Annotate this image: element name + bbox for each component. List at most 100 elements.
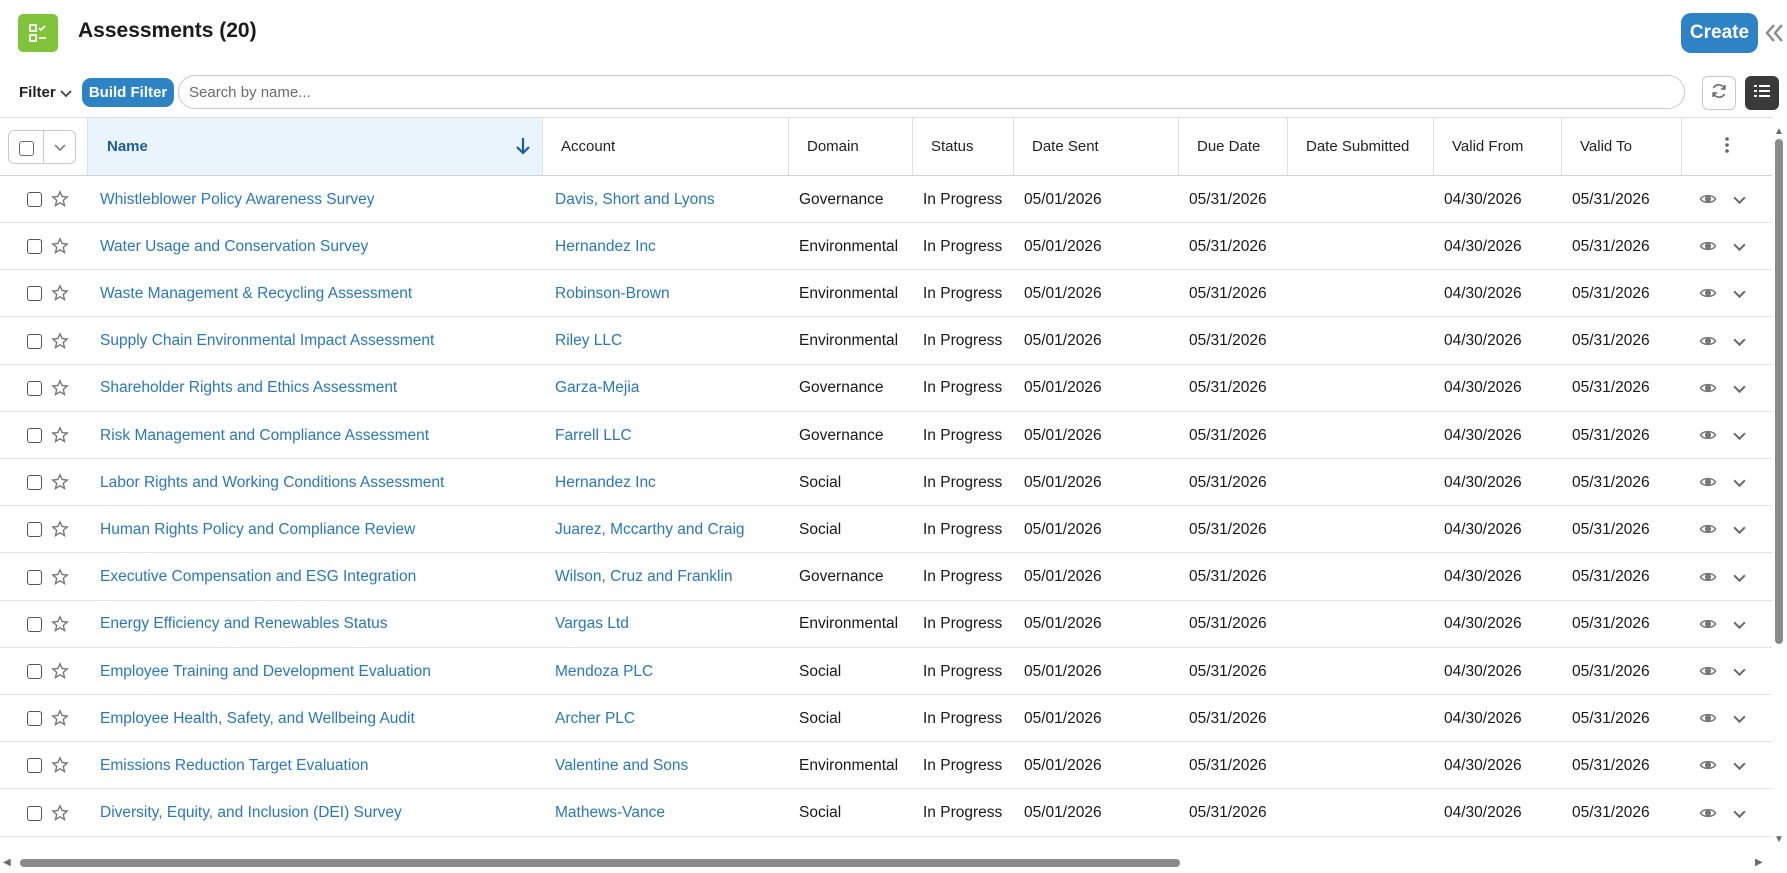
scroll-left-icon[interactable]: ◀ [3,858,11,868]
chevron-down-icon[interactable] [1732,522,1747,537]
eye-icon[interactable] [1699,474,1717,490]
account-link[interactable]: Robinson-Brown [555,270,670,317]
assessment-name-link[interactable]: Supply Chain Environmental Impact Assess… [100,318,434,365]
eye-icon[interactable] [1699,238,1717,254]
chevron-down-icon[interactable] [1732,428,1747,443]
chevron-down-icon[interactable] [59,86,73,100]
eye-icon[interactable] [1699,710,1717,726]
row-checkbox[interactable] [27,380,42,396]
chevron-down-icon[interactable] [53,140,67,154]
account-link[interactable]: Hernandez Inc [555,459,656,506]
column-header-valid-from[interactable]: Valid From [1434,118,1562,175]
chevron-down-icon[interactable] [1732,475,1747,490]
account-link[interactable]: Hernandez Inc [555,223,656,270]
assessment-name-link[interactable]: Energy Efficiency and Renewables Status [100,601,388,648]
assessment-name-link[interactable]: Employee Training and Development Evalua… [100,648,431,695]
double-chevron-left-icon[interactable] [1764,22,1784,46]
scroll-up-icon[interactable]: ▲ [1774,127,1784,137]
row-checkbox[interactable] [27,569,42,585]
eye-icon[interactable] [1699,663,1717,679]
column-header-valid-to[interactable]: Valid To [1562,118,1682,175]
kebab-menu-icon[interactable] [1724,136,1730,158]
eye-icon[interactable] [1699,380,1717,396]
column-header-account[interactable]: Account [543,118,789,175]
row-checkbox[interactable] [27,805,42,821]
arrow-down-icon[interactable] [514,136,532,156]
row-checkbox[interactable] [27,758,42,774]
star-icon[interactable] [51,331,69,350]
account-link[interactable]: Valentine and Sons [555,742,688,789]
scroll-down-icon[interactable]: ▼ [1774,835,1784,845]
eye-icon[interactable] [1699,191,1717,207]
refresh-button[interactable] [1702,76,1736,110]
chevron-down-icon[interactable] [1732,334,1747,349]
star-icon[interactable] [51,237,69,255]
eye-icon[interactable] [1699,285,1717,301]
row-checkbox[interactable] [27,239,42,255]
assessment-name-link[interactable]: Executive Compensation and ESG Integrati… [100,554,416,601]
column-header-domain[interactable]: Domain [789,118,913,175]
row-checkbox[interactable] [27,286,42,302]
column-header-status[interactable]: Status [913,118,1014,175]
account-link[interactable]: Archer PLC [555,695,635,742]
row-checkbox[interactable] [27,428,42,443]
star-icon[interactable] [51,520,69,538]
assessment-name-link[interactable]: Emissions Reduction Target Evaluation [100,742,369,789]
star-icon[interactable] [51,426,69,444]
assessment-name-link[interactable]: Diversity, Equity, and Inclusion (DEI) S… [100,790,402,837]
row-checkbox[interactable] [27,333,42,349]
account-link[interactable]: Juarez, Mccarthy and Craig [555,506,745,553]
account-link[interactable]: Mathews-Vance [555,790,665,837]
chevron-down-icon[interactable] [1732,570,1747,585]
horizontal-scrollbar[interactable]: ◀ ▶ [0,855,1772,871]
account-link[interactable]: Garza-Mejia [555,365,639,412]
star-icon[interactable] [51,378,69,397]
assessment-name-link[interactable]: Whistleblower Policy Awareness Survey [100,176,375,223]
assessment-name-link[interactable]: Waste Management & Recycling Assessment [100,270,412,317]
filter-label[interactable]: Filter [19,84,56,101]
search-input[interactable] [178,75,1685,109]
eye-icon[interactable] [1699,427,1717,443]
list-view-button[interactable] [1745,76,1779,110]
star-icon[interactable] [51,567,69,586]
star-icon[interactable] [51,190,69,208]
select-all-checkbox[interactable] [19,141,34,156]
assessment-name-link[interactable]: Employee Health, Safety, and Wellbeing A… [100,695,415,742]
star-icon[interactable] [51,614,69,633]
star-icon[interactable] [51,803,69,822]
chevron-down-icon[interactable] [1732,711,1747,726]
column-options[interactable] [1682,118,1772,175]
assessment-name-link[interactable]: Human Rights Policy and Compliance Revie… [100,506,415,553]
eye-icon[interactable] [1699,569,1717,585]
chevron-down-icon[interactable] [1732,664,1747,679]
account-link[interactable]: Wilson, Cruz and Franklin [555,554,732,601]
chevron-down-icon[interactable] [1732,239,1747,254]
row-checkbox[interactable] [27,475,42,491]
column-header-due-date[interactable]: Due Date [1179,118,1288,175]
account-link[interactable]: Mendoza PLC [555,648,653,695]
column-header-date-submitted[interactable]: Date Submitted [1288,118,1434,175]
horizontal-scroll-thumb[interactable] [20,859,1180,867]
star-icon[interactable] [51,756,69,774]
row-checkbox[interactable] [27,192,42,207]
eye-icon[interactable] [1699,521,1717,537]
row-checkbox[interactable] [27,616,42,632]
chevron-down-icon[interactable] [1732,286,1747,301]
vertical-scrollbar[interactable]: ▲ ▼ [1771,125,1787,847]
bulk-select-control[interactable] [8,130,76,164]
account-link[interactable]: Davis, Short and Lyons [555,176,715,223]
account-link[interactable]: Vargas Ltd [555,601,629,648]
column-header-date-sent[interactable]: Date Sent [1014,118,1179,175]
vertical-scroll-thumb[interactable] [1775,139,1783,644]
chevron-down-icon[interactable] [1732,192,1747,207]
assessment-name-link[interactable]: Labor Rights and Working Conditions Asse… [100,459,444,506]
star-icon[interactable] [51,473,69,491]
star-icon[interactable] [51,662,69,680]
chevron-down-icon[interactable] [1732,758,1747,773]
row-checkbox[interactable] [27,664,42,679]
account-link[interactable]: Farrell LLC [555,412,632,459]
account-link[interactable]: Riley LLC [555,318,622,365]
eye-icon[interactable] [1699,805,1717,821]
create-button[interactable]: Create [1681,13,1758,53]
eye-icon[interactable] [1699,333,1717,349]
